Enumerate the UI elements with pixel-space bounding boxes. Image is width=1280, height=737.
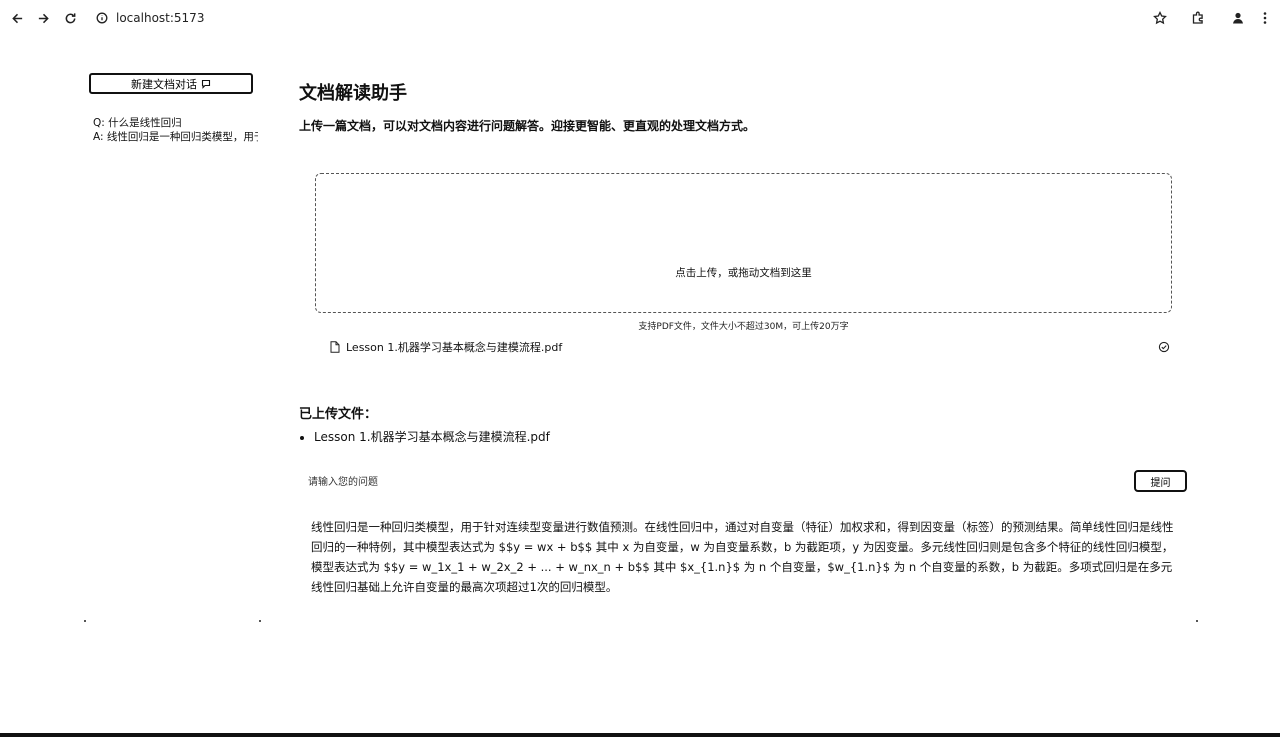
uploaded-files-heading: 已上传文件： — [299, 407, 378, 422]
forward-arrow-icon[interactable] — [34, 9, 52, 27]
page-subtitle: 上传一篇文档，可以对文档内容进行问题解答。迎接更智能、更直观的处理文档方式。 — [299, 119, 756, 133]
extensions-icon[interactable] — [1189, 9, 1207, 27]
upload-hint: 支持PDF文件，文件大小不超过30M，可上传20万字 — [638, 322, 849, 332]
divider-dot — [1196, 620, 1198, 622]
divider-dot — [259, 620, 261, 622]
check-circle-icon — [1158, 341, 1170, 353]
chat-icon — [201, 79, 211, 89]
history-answer[interactable]: A: 线性回归是一种回归类模型，用于针对连续型变量进行数值预测 — [93, 130, 258, 144]
question-input[interactable] — [306, 471, 1130, 493]
more-menu-icon[interactable] — [1256, 9, 1274, 27]
new-session-button[interactable]: 新建文档对话 — [89, 73, 253, 94]
upload-file-item: Lesson 1.机器学习基本概念与建模流程.pdf — [330, 339, 1170, 355]
url-text[interactable]: localhost:5173 — [116, 11, 204, 25]
address-bar[interactable]: localhost:5173 — [96, 9, 204, 27]
uploaded-files-list: Lesson 1.机器学习基本概念与建模流程.pdf — [299, 428, 550, 446]
upload-file-name: Lesson 1.机器学习基本概念与建模流程.pdf — [346, 341, 563, 354]
chat-history: Q: 什么是线性回归 A: 线性回归是一种回归类模型，用于针对连续型变量进行数值… — [93, 116, 258, 144]
reload-icon[interactable] — [61, 9, 79, 27]
profile-icon[interactable] — [1229, 9, 1247, 27]
bottom-bar — [0, 733, 1280, 737]
submit-question-button[interactable]: 提问 — [1134, 470, 1187, 492]
site-info-icon[interactable] — [96, 12, 108, 24]
page-title: 文档解读助手 — [299, 83, 407, 104]
upload-prompt: 点击上传，或拖动文档到这里 — [675, 267, 812, 279]
uploaded-file-item: Lesson 1.机器学习基本概念与建模流程.pdf — [314, 428, 550, 446]
history-question[interactable]: Q: 什么是线性回归 — [93, 116, 258, 130]
back-arrow-icon[interactable] — [8, 9, 26, 27]
divider-dot — [84, 620, 86, 622]
star-icon[interactable] — [1151, 9, 1169, 27]
browser-toolbar: localhost:5173 — [0, 0, 1280, 36]
document-icon — [330, 341, 340, 353]
new-session-label: 新建文档对话 — [131, 78, 197, 91]
answer-text: 线性回归是一种回归类模型，用于针对连续型变量进行数值预测。在线性回归中，通过对自… — [311, 520, 1174, 594]
upload-dropzone[interactable]: 点击上传，或拖动文档到这里 — [315, 173, 1172, 313]
